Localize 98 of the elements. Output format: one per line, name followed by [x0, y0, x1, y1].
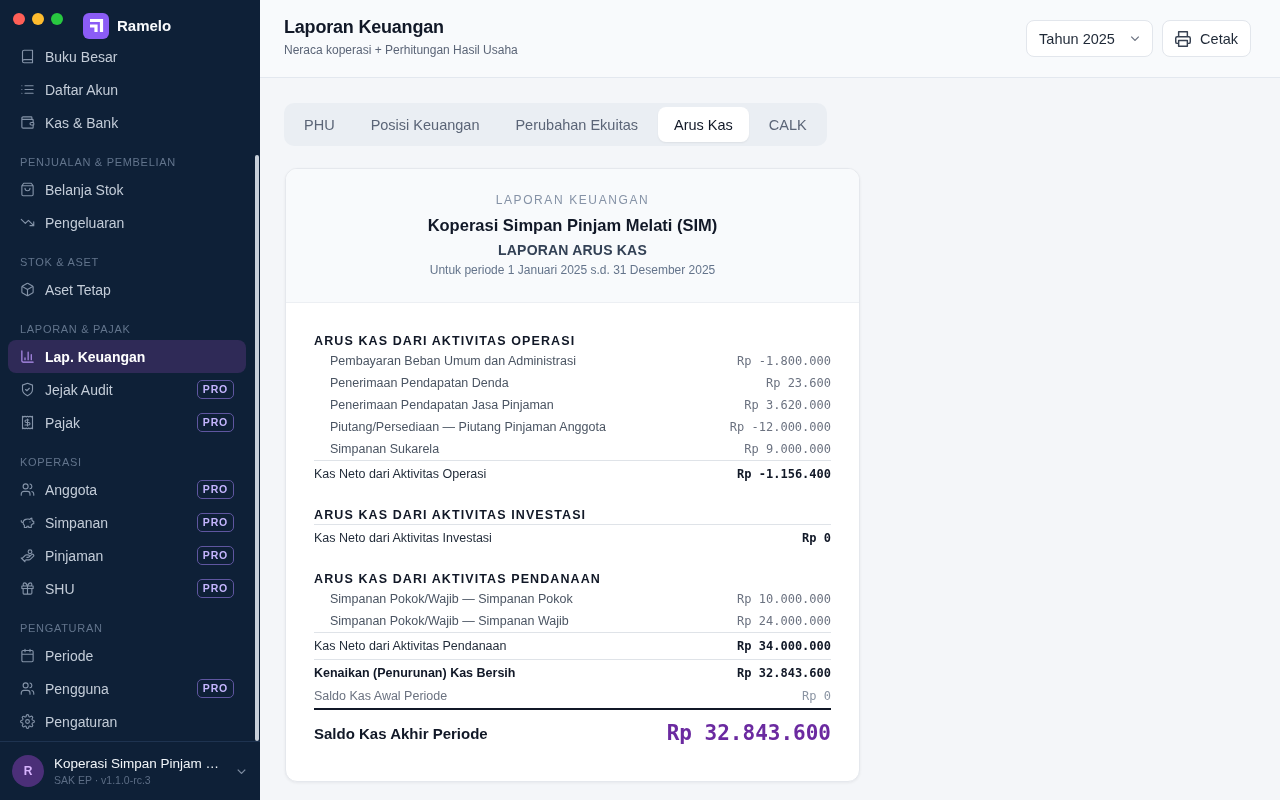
nav-item[interactable]: SHU PRO: [8, 572, 246, 605]
section-heading: ARUS KAS DARI AKTIVITAS INVESTASI: [314, 507, 588, 524]
receipt-icon: [20, 415, 35, 430]
subtotal-amount: Rp 34.000.000: [737, 639, 831, 653]
report-eyebrow: LAPORAN KEUANGAN: [494, 192, 651, 208]
line-item-amount: Rp 24.000.000: [737, 614, 831, 628]
pro-badge: PRO: [196, 579, 234, 598]
tab[interactable]: CALK: [752, 107, 823, 142]
nav-item[interactable]: Pengaturan: [8, 705, 246, 738]
pro-badge: PRO: [196, 546, 234, 565]
summary-amount: Rp 32.843.600: [737, 666, 831, 680]
line-item-amount: Rp -12.000.000: [729, 420, 831, 434]
users-icon: [20, 681, 35, 696]
box-icon: [20, 282, 35, 297]
report-title: LAPORAN ARUS KAS: [497, 241, 648, 260]
section-heading: ARUS KAS DARI AKTIVITAS OPERASI: [314, 333, 577, 350]
report-period: Untuk periode 1 Januari 2025 s.d. 31 Desember 2025: [428, 262, 717, 278]
nav-item[interactable]: Lap. Keuangan: [8, 340, 246, 373]
pro-badge: PRO: [196, 480, 234, 499]
pro-badge: PRO: [196, 413, 234, 432]
users-icon: [20, 482, 35, 497]
minimize-button[interactable]: [32, 13, 44, 25]
app-logo-icon: [83, 13, 109, 39]
closing-balance-amount: Rp 32.843.600: [666, 721, 831, 745]
year-select[interactable]: Tahun 2025: [1026, 20, 1154, 57]
piggy-bank-icon: [20, 515, 35, 530]
line-item-label: Simpanan Pokok/Wajib — Simpanan Pokok: [330, 592, 573, 606]
nav-item[interactable]: Buku Besar: [8, 40, 246, 73]
summary-label: Kenaikan (Penurunan) Kas Bersih: [314, 666, 516, 680]
account-switcher[interactable]: R Koperasi Simpan Pinjam … SAK EP · v1.1.0-rc.3: [0, 741, 260, 800]
page-subtitle: Neraca koperasi + Perhitungan Hasil Usaha: [284, 43, 518, 58]
account-subtitle: SAK EP · v1.1.0-rc.3: [54, 773, 152, 787]
line-item-label: Simpanan Pokok/Wajib — Simpanan Wajib: [330, 614, 569, 628]
wallet-icon: [20, 115, 35, 130]
nav-item[interactable]: Periode: [8, 639, 246, 672]
nav-item[interactable]: Jejak Audit PRO: [8, 373, 246, 406]
section-heading: ARUS KAS DARI AKTIVITAS PENDANAAN: [314, 571, 602, 588]
tab[interactable]: Arus Kas: [658, 107, 749, 142]
closing-balance-label: Saldo Kas Akhir Periode: [314, 724, 488, 742]
tab[interactable]: Posisi Keuangan: [354, 107, 496, 142]
line-item-label: Simpanan Sukarela: [330, 442, 440, 456]
bar-chart-icon: [20, 349, 35, 364]
section-label: PENJUALAN & PEMBELIAN: [19, 155, 177, 170]
nav-item[interactable]: Pengeluaran: [8, 206, 246, 239]
chevron-down-icon: [237, 768, 246, 774]
settings-icon: [20, 714, 35, 729]
subtotal-label: Kas Neto dari Aktivitas Operasi: [314, 467, 487, 481]
gift-icon: [20, 581, 35, 596]
section-label: STOK & ASET: [19, 255, 101, 270]
close-button[interactable]: [13, 13, 25, 25]
subtotal-amount: Rp 0: [802, 531, 831, 545]
organization-name: Koperasi Simpan Pinjam Melati (SIM): [426, 215, 719, 236]
line-item-amount: Rp 9.000.000: [744, 442, 831, 456]
nav-item[interactable]: Pengguna PRO: [8, 672, 246, 705]
line-item-label: Penerimaan Pendapatan Denda: [330, 376, 509, 390]
chevron-down-icon: [1130, 36, 1141, 41]
shield-check-icon: [20, 382, 35, 397]
section-label: KOPERASI: [19, 455, 83, 470]
nav-item[interactable]: Kas & Bank: [8, 106, 246, 139]
line-item-label: Piutang/Persediaan — Piutang Pinjaman Anggota: [330, 420, 606, 434]
summary-amount: Rp 0: [802, 689, 831, 703]
nav-item[interactable]: Pajak PRO: [8, 406, 246, 439]
section-label: LAPORAN & PAJAK: [19, 322, 132, 337]
tab[interactable]: Perubahan Ekuitas: [499, 107, 654, 142]
printer-icon: [1175, 30, 1192, 47]
list-icon: [20, 82, 35, 97]
nav-item[interactable]: Daftar Akun: [8, 73, 246, 106]
account-name: Koperasi Simpan Pinjam …: [54, 755, 221, 773]
line-item-amount: Rp 3.620.000: [744, 398, 831, 412]
zoom-button[interactable]: [51, 13, 63, 25]
section-label: PENGATURAN: [19, 621, 104, 636]
line-item-amount: Rp -1.800.000: [737, 354, 831, 368]
app-name: Ramelo: [117, 17, 172, 35]
subtotal-amount: Rp -1.156.400: [737, 467, 831, 481]
line-item-label: Pembayaran Beban Umum dan Administrasi: [330, 354, 576, 368]
tab[interactable]: PHU: [288, 107, 351, 142]
nav-item[interactable]: Simpanan PRO: [8, 506, 246, 539]
hand-coins-icon: [20, 548, 35, 563]
scrollbar-thumb[interactable]: [255, 155, 259, 741]
shopping-bag-icon: [20, 182, 35, 197]
subtotal-label: Kas Neto dari Aktivitas Investasi: [314, 531, 492, 545]
line-item-amount: Rp 10.000.000: [737, 592, 831, 606]
line-item-amount: Rp 23.600: [765, 376, 831, 390]
nav-item[interactable]: Belanja Stok: [8, 173, 246, 206]
pro-badge: PRO: [196, 679, 234, 698]
nav-item[interactable]: Pinjaman PRO: [8, 539, 246, 572]
page-title: Laporan Keuangan: [284, 16, 445, 39]
summary-label: Saldo Kas Awal Periode: [314, 689, 448, 703]
subtotal-label: Kas Neto dari Aktivitas Pendanaan: [314, 639, 507, 653]
calendar-icon: [20, 648, 35, 663]
print-button[interactable]: Cetak: [1162, 20, 1251, 57]
nav-item[interactable]: Anggota PRO: [8, 473, 246, 506]
pro-badge: PRO: [196, 513, 234, 532]
avatar: R: [12, 755, 44, 787]
nav-item[interactable]: Aset Tetap: [8, 273, 246, 306]
line-item-label: Penerimaan Pendapatan Jasa Pinjaman: [330, 398, 554, 412]
book-icon: [20, 49, 35, 64]
pro-badge: PRO: [196, 380, 234, 399]
